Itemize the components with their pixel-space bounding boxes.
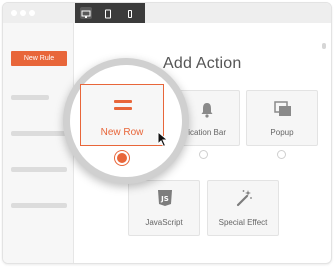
special-effect-card[interactable]: Special Effect <box>207 180 279 236</box>
new-rule-button[interactable]: New Rule <box>11 51 67 66</box>
card-label: JavaScript <box>145 218 183 227</box>
desktop-icon[interactable] <box>80 7 92 19</box>
magic-wand-icon <box>236 190 252 207</box>
window-dot <box>20 10 26 16</box>
title-bar <box>3 3 331 23</box>
svg-text:JS: JS <box>160 195 169 203</box>
scrollbar[interactable] <box>322 43 326 49</box>
popup-icon <box>274 101 291 116</box>
notification-bar-radio[interactable] <box>199 150 208 159</box>
window-dot <box>29 10 35 16</box>
window-dot <box>11 10 17 16</box>
sidebar-placeholder <box>11 131 67 136</box>
new-row-icon <box>114 100 132 112</box>
card-label: Popup <box>270 128 294 137</box>
popup-radio[interactable] <box>277 150 286 159</box>
page-title: Add Action <box>163 55 242 72</box>
popup-card[interactable]: Popup <box>246 90 318 146</box>
sidebar-placeholder <box>11 203 67 208</box>
new-row-radio[interactable] <box>117 153 127 163</box>
new-row-card[interactable]: New Row <box>80 84 164 146</box>
sidebar: New Rule <box>3 23 74 263</box>
sidebar-placeholder <box>11 167 67 172</box>
device-toolbar <box>75 3 145 23</box>
sidebar-placeholder <box>11 95 49 100</box>
cursor-icon <box>157 131 169 148</box>
js-icon: JS <box>158 190 172 206</box>
card-label: Special Effect <box>218 218 268 227</box>
card-label: New Row <box>100 127 144 138</box>
bell-icon <box>201 103 213 118</box>
tablet-icon[interactable] <box>102 7 114 19</box>
mobile-icon[interactable] <box>124 7 136 19</box>
javascript-card[interactable]: JS JavaScript <box>128 180 200 236</box>
